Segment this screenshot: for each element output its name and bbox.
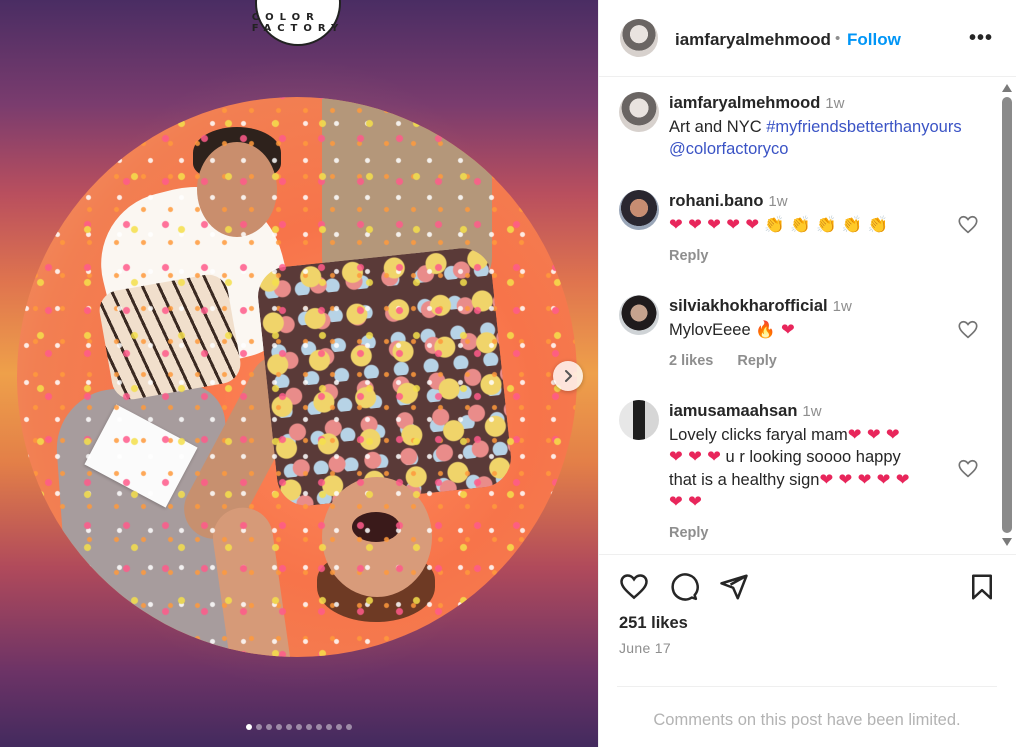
scroll-up-arrow-icon[interactable] <box>1002 84 1012 92</box>
comment-text: u r looking soooo happy <box>720 448 901 466</box>
heart-emoji: ❤ <box>669 214 689 234</box>
comment-emojis: ❤ ❤ ❤ ❤ ❤ 👏 👏 👏 👏 👏 <box>669 215 888 234</box>
carousel-dot <box>276 724 282 730</box>
avatar[interactable] <box>620 19 658 57</box>
next-slide-button[interactable] <box>553 361 583 391</box>
share-send-icon[interactable] <box>719 572 749 602</box>
clap-emoji: 👏 <box>867 214 889 234</box>
heart-emoji: ❤ <box>707 214 727 234</box>
comment-body: iamusamaahsan 1w Lovely clicks faryal mam… <box>669 400 981 514</box>
comments-limited-notice: Comments on this post have been limited. <box>653 711 961 729</box>
carousel-dot <box>326 724 332 730</box>
heart-emoji: ❤ <box>688 214 708 234</box>
avatar[interactable] <box>619 400 659 440</box>
comment-text: that is a healthy sign <box>669 470 820 489</box>
logo-text: COLOR FACTORY <box>251 12 345 34</box>
comment-bubble-icon[interactable] <box>669 572 699 602</box>
caption-hashtag[interactable]: #myfriendsbetterthanyours <box>766 118 961 136</box>
comments-limited-area: Comments on this post have been limited. <box>617 686 997 747</box>
more-options-button[interactable]: ••• <box>969 27 993 50</box>
scroll-down-arrow-icon[interactable] <box>1002 538 1012 546</box>
caption-username[interactable]: iamfaryalmehmood <box>669 94 820 112</box>
post-side-panel: iamfaryalmehmood • Follow ••• iamfaryalm… <box>598 0 1016 747</box>
carousel-dots <box>0 724 598 730</box>
comment-body: rohani.bano 1w ❤ ❤ ❤ ❤ ❤ 👏 👏 👏 👏 👏 <box>669 190 981 236</box>
comment-text: MylovEeee <box>669 320 751 339</box>
carousel-dot <box>246 724 252 730</box>
comments-list[interactable]: iamfaryalmehmood 1w Art and NYC #myfriend… <box>599 78 1016 554</box>
comment-username[interactable]: rohani.bano <box>669 192 763 210</box>
like-heart-icon[interactable] <box>619 572 649 602</box>
caption-text: Art and NYC <box>669 117 767 136</box>
comment-emojis: ❤ ❤ ❤ ❤ ❤ <box>819 469 910 489</box>
comment-likes-count[interactable]: 2 likes <box>669 353 713 369</box>
comment-username[interactable]: iamusamaahsan <box>669 402 797 420</box>
comment-emojis: ❤ ❤ ❤ <box>669 447 721 466</box>
clap-emoji: 👏 <box>815 214 842 234</box>
caption-mention[interactable]: @colorfactoryco <box>669 140 788 158</box>
carousel-dot <box>306 724 312 730</box>
heart-icon[interactable] <box>957 214 979 236</box>
carousel-dot <box>336 724 342 730</box>
reply-button[interactable]: Reply <box>669 525 709 541</box>
bookmark-icon[interactable] <box>967 572 997 602</box>
carousel-dot <box>256 724 262 730</box>
caption-body: iamfaryalmehmood 1w Art and NYC #myfriend… <box>669 92 981 161</box>
avatar[interactable] <box>619 190 659 230</box>
carousel-dot <box>346 724 352 730</box>
comment-meta: 2 likes Reply <box>669 353 797 369</box>
confetti-overlay <box>17 97 577 657</box>
comment-body: silviakhokharofficial 1w MylovEeee 🔥 ❤ <box>669 295 981 341</box>
header-separator: • <box>835 30 841 47</box>
post-media[interactable]: COLOR FACTORY <box>0 0 598 747</box>
likes-count[interactable]: 251 likes <box>619 614 688 633</box>
comment-meta: Reply <box>669 248 729 264</box>
caption-time[interactable]: 1w <box>825 95 844 112</box>
reply-button[interactable]: Reply <box>737 353 777 369</box>
carousel-dot <box>296 724 302 730</box>
chevron-right-icon <box>565 370 572 382</box>
reply-button[interactable]: Reply <box>669 248 709 264</box>
carousel-dot <box>266 724 272 730</box>
comments-scrollbar[interactable] <box>999 78 1016 554</box>
heart-icon[interactable] <box>957 458 979 480</box>
avatar[interactable] <box>619 92 659 132</box>
comment-time[interactable]: 1w <box>802 403 821 420</box>
avatar[interactable] <box>619 295 659 335</box>
comment-emojis: ❤ ❤ ❤ <box>847 424 900 444</box>
heart-emoji: ❤ <box>726 214 746 234</box>
clap-emoji: 👏 <box>764 214 791 234</box>
comment-emojis: ❤ ❤ <box>669 492 702 511</box>
heart-icon[interactable] <box>957 319 979 341</box>
post-photo[interactable] <box>17 97 577 657</box>
header-username[interactable]: iamfaryalmehmood <box>675 30 831 50</box>
carousel-dot <box>286 724 292 730</box>
clap-emoji: 👏 <box>790 214 816 234</box>
comment-emojis: 🔥 ❤ <box>755 319 795 339</box>
clap-emoji: 👏 <box>841 214 868 234</box>
post-actions: 251 likes June 17 <box>599 554 1016 686</box>
comment-meta: Reply <box>669 525 729 541</box>
post-date[interactable]: June 17 <box>619 640 671 656</box>
heart-emoji: ❤ <box>745 214 765 234</box>
post-header: iamfaryalmehmood • Follow ••• <box>599 0 1016 77</box>
comment-username[interactable]: silviakhokharofficial <box>669 297 828 315</box>
carousel-dot <box>316 724 322 730</box>
comment-time[interactable]: 1w <box>833 298 852 315</box>
scrollbar-thumb[interactable] <box>1002 97 1012 533</box>
follow-button[interactable]: Follow <box>847 30 901 50</box>
comment-time[interactable]: 1w <box>768 193 787 210</box>
comment-text: Lovely clicks faryal mam <box>669 425 848 444</box>
